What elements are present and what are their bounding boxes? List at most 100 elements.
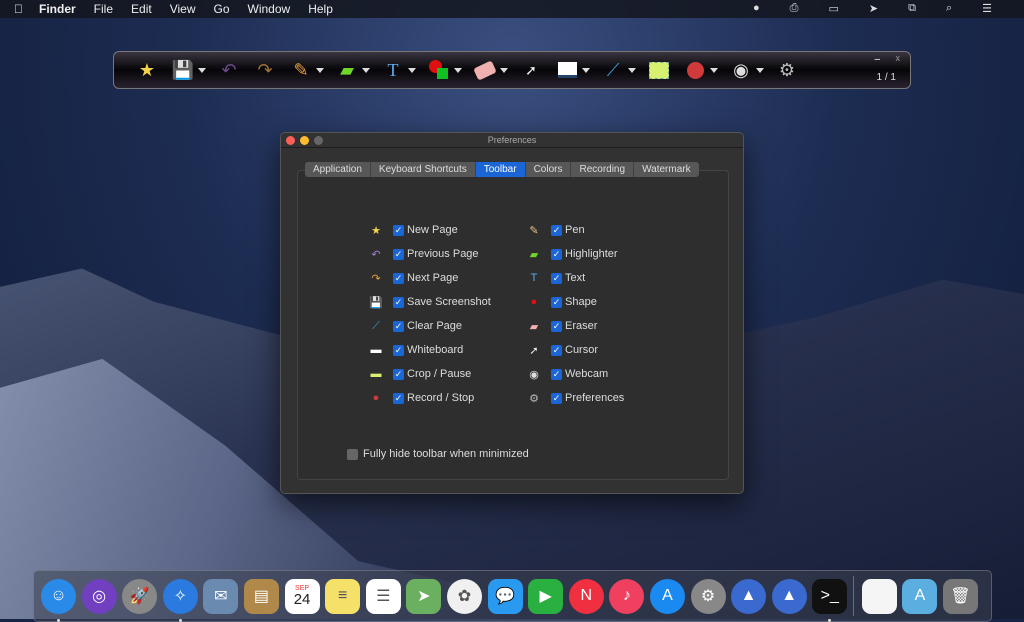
- minimize-button[interactable]: [300, 136, 309, 145]
- tab-colors[interactable]: Colors: [526, 162, 572, 177]
- menu-edit[interactable]: Edit: [131, 2, 152, 16]
- printer-icon[interactable]: ⎙: [790, 2, 799, 15]
- eraser-dropdown[interactable]: [500, 67, 508, 73]
- close-button[interactable]: [286, 136, 295, 145]
- option-new-page[interactable]: ★ ✓ New Page: [369, 222, 458, 238]
- option-checkbox[interactable]: ✓: [393, 368, 404, 380]
- option-checkbox[interactable]: ✓: [393, 248, 404, 260]
- option-checkbox[interactable]: ✓: [551, 344, 562, 356]
- menu-app[interactable]: Finder: [39, 2, 76, 16]
- gear-icon[interactable]: ⚙: [776, 59, 798, 81]
- menu-file[interactable]: File: [94, 2, 113, 16]
- highlighter-icon[interactable]: ▰: [336, 59, 358, 81]
- dock-news[interactable]: N: [568, 578, 604, 614]
- eraser-icon[interactable]: [473, 59, 497, 81]
- option-checkbox[interactable]: ✓: [393, 272, 404, 284]
- option-save-screenshot[interactable]: 💾 ✓ Save Screenshot: [369, 294, 491, 310]
- screen-mirror-icon[interactable]: ⧉: [908, 2, 916, 15]
- dock-finder[interactable]: ☺: [41, 578, 76, 622]
- option-checkbox[interactable]: ✓: [551, 368, 562, 380]
- clear-dropdown[interactable]: [628, 67, 636, 73]
- hide-toolbar-checkbox[interactable]: [347, 448, 358, 460]
- menu-go[interactable]: Go: [214, 2, 230, 16]
- option-checkbox[interactable]: ✓: [393, 296, 404, 308]
- dock-app-store[interactable]: A: [649, 578, 685, 614]
- crop-pause-icon[interactable]: [648, 59, 670, 81]
- tab-toolbar[interactable]: Toolbar: [475, 162, 526, 177]
- hide-toolbar-option[interactable]: Fully hide toolbar when minimized: [347, 446, 529, 462]
- dock-terminal[interactable]: >_: [812, 578, 848, 622]
- option-record-stop[interactable]: ● ✓ Record / Stop: [369, 390, 475, 406]
- whiteboard-icon[interactable]: [556, 59, 578, 81]
- tab-recording[interactable]: Recording: [571, 162, 635, 177]
- webcam-icon[interactable]: ◉: [730, 59, 752, 81]
- cursor-icon[interactable]: ➚: [520, 59, 542, 81]
- dock-calendar[interactable]: SEP 24: [284, 578, 320, 614]
- record-stop-icon[interactable]: [684, 59, 706, 81]
- option-checkbox[interactable]: ✓: [393, 224, 404, 236]
- menu-help[interactable]: Help: [308, 2, 333, 16]
- option-preferences[interactable]: ⚙ ✓ Preferences: [527, 390, 624, 406]
- option-text[interactable]: T ✓ Text: [527, 270, 586, 286]
- pen-dropdown[interactable]: [316, 67, 324, 73]
- option-crop-pause[interactable]: ▬ ✓ Crop / Pause: [369, 366, 472, 382]
- shape-icon[interactable]: [428, 59, 450, 81]
- clear-page-icon[interactable]: ⟋: [602, 59, 624, 81]
- option-checkbox[interactable]: ✓: [551, 392, 562, 404]
- option-checkbox[interactable]: ✓: [393, 344, 404, 356]
- record-icon[interactable]: ●: [753, 2, 760, 15]
- option-checkbox[interactable]: ✓: [551, 296, 562, 308]
- dock-notes[interactable]: ≡: [325, 578, 361, 614]
- toolbar-minimize-button[interactable]: –: [874, 54, 880, 65]
- dock-app-1[interactable]: ▲: [731, 578, 767, 614]
- record-dropdown[interactable]: [710, 67, 718, 73]
- highlighter-dropdown[interactable]: [362, 67, 370, 73]
- option-next-page[interactable]: ↷ ✓ Next Page: [369, 270, 458, 286]
- search-icon[interactable]: ⌕: [946, 2, 952, 15]
- tab-keyboard-shortcuts[interactable]: Keyboard Shortcuts: [371, 162, 476, 177]
- option-checkbox[interactable]: ✓: [393, 320, 404, 332]
- previous-page-icon[interactable]: ↶: [218, 59, 240, 81]
- text-dropdown[interactable]: [408, 67, 416, 73]
- option-cursor[interactable]: ➚ ✓ Cursor: [527, 342, 598, 358]
- shape-dropdown[interactable]: [454, 67, 462, 73]
- display-icon[interactable]: ▭: [828, 2, 838, 15]
- dock-messages[interactable]: 💬: [487, 578, 523, 614]
- dock-mail[interactable]: ✉: [203, 578, 239, 614]
- dock-facetime[interactable]: ▶: [528, 578, 564, 614]
- option-eraser[interactable]: ▰ ✓ Eraser: [527, 318, 598, 334]
- dock-applications-folder[interactable]: A: [902, 578, 938, 614]
- toolbar-close-button[interactable]: x: [896, 53, 901, 63]
- dock-siri[interactable]: ◎: [81, 578, 117, 614]
- dock-contacts[interactable]: ▤: [243, 578, 279, 614]
- dock-app-2[interactable]: ▲: [771, 578, 807, 614]
- dock-system-preferences[interactable]: ⚙: [690, 578, 726, 614]
- whiteboard-dropdown[interactable]: [582, 67, 590, 73]
- dock-trash[interactable]: 🗑: [943, 578, 979, 614]
- save-dropdown[interactable]: [198, 67, 206, 73]
- dock-photos[interactable]: ✿: [446, 578, 482, 614]
- option-checkbox[interactable]: ✓: [393, 392, 404, 404]
- option-checkbox[interactable]: ✓: [551, 224, 562, 236]
- option-checkbox[interactable]: ✓: [551, 272, 562, 284]
- dock-safari[interactable]: ✧: [162, 578, 198, 622]
- menu-window[interactable]: Window: [248, 2, 291, 16]
- dock-reminders[interactable]: ☰: [365, 578, 401, 614]
- save-screenshot-icon[interactable]: 💾: [172, 59, 194, 81]
- menu-view[interactable]: View: [170, 2, 196, 16]
- zoom-button[interactable]: [314, 136, 323, 145]
- next-page-icon[interactable]: ↷: [254, 59, 276, 81]
- webcam-dropdown[interactable]: [756, 67, 764, 73]
- cursor-icon[interactable]: ➤: [869, 2, 878, 15]
- option-pen[interactable]: ✎ ✓ Pen: [527, 222, 584, 238]
- apple-icon[interactable]: : [14, 2, 23, 16]
- option-clear-page[interactable]: ⟋ ✓ Clear Page: [369, 318, 462, 334]
- dock-maps[interactable]: ➤: [406, 578, 442, 614]
- control-center-icon[interactable]: ☰: [982, 2, 992, 15]
- option-whiteboard[interactable]: ▬ ✓ Whiteboard: [369, 342, 464, 358]
- option-previous-page[interactable]: ↶ ✓ Previous Page: [369, 246, 478, 262]
- option-webcam[interactable]: ◉ ✓ Webcam: [527, 366, 608, 382]
- tab-watermark[interactable]: Watermark: [634, 162, 699, 177]
- text-icon[interactable]: T: [382, 59, 404, 81]
- dock-music[interactable]: ♪: [609, 578, 645, 614]
